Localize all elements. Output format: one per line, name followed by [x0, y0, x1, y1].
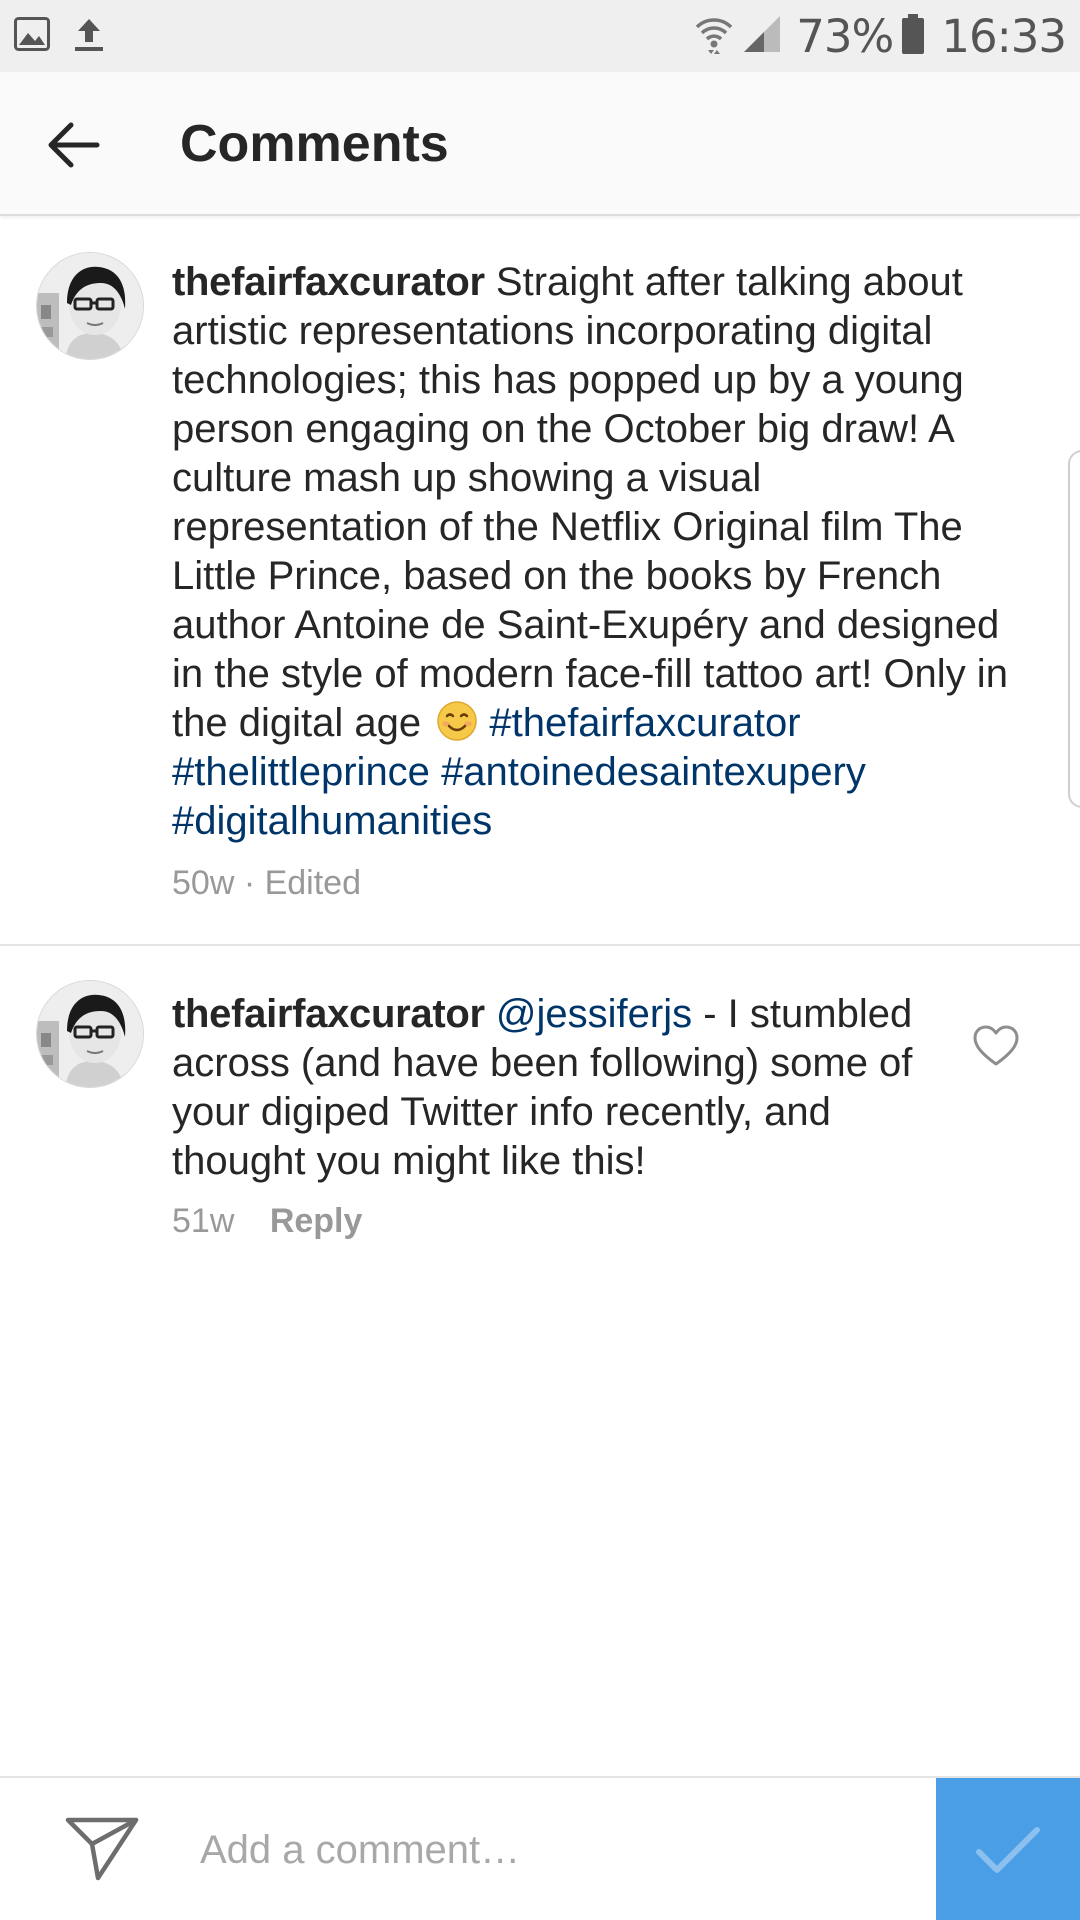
- hashtag-link[interactable]: #thefairfaxcurator: [489, 701, 800, 745]
- paper-plane-icon: [65, 1817, 139, 1881]
- direct-share-button[interactable]: [64, 1814, 140, 1882]
- comment-age: 51w: [172, 1202, 235, 1240]
- post-comment-button[interactable]: [936, 1778, 1080, 1920]
- smiling-face-emoji-icon: [436, 700, 478, 742]
- hashtag-link[interactable]: #digitalhumanities: [172, 799, 492, 843]
- mention-link[interactable]: @jessiferjs: [496, 992, 692, 1036]
- avatar[interactable]: [36, 980, 144, 1088]
- comment-meta: 50w · Edited: [172, 864, 361, 903]
- wifi-icon: [694, 13, 734, 60]
- page-title: Comments: [180, 115, 449, 173]
- comment-age: 50w · Edited: [172, 864, 361, 902]
- comment-username[interactable]: thefairfaxcurator: [172, 260, 485, 304]
- signal-icon: [742, 14, 782, 59]
- battery-percent: 73%: [796, 9, 894, 63]
- hashtag-link[interactable]: #thelittleprince: [172, 750, 430, 794]
- comment-caption: thefairfaxcurator Straight after talking…: [0, 216, 1080, 946]
- like-button[interactable]: [972, 1024, 1020, 1068]
- comment-item: thefairfaxcurator @jessiferjs - I stumbl…: [0, 948, 1080, 1278]
- battery-icon: [901, 13, 925, 60]
- app-header: Comments: [0, 72, 1080, 216]
- comment-input[interactable]: [200, 1808, 920, 1892]
- comment-text: thefairfaxcurator @jessiferjs - I stumbl…: [172, 990, 952, 1186]
- comment-username[interactable]: thefairfaxcurator: [172, 992, 485, 1036]
- avatar-image: [37, 981, 143, 1087]
- avatar-image: [37, 253, 143, 359]
- status-bar: 73% 16:33: [0, 0, 1080, 72]
- back-button[interactable]: [40, 112, 106, 178]
- comment-composer: [0, 1776, 1080, 1920]
- back-arrow-icon: [48, 122, 100, 168]
- status-bar-system: 73% 16:33: [694, 8, 1067, 64]
- comment-meta: 51w Reply: [172, 1202, 362, 1241]
- hashtag-link[interactable]: #antoinedesaintexupery: [441, 750, 866, 794]
- image-icon: [14, 17, 50, 56]
- status-bar-notifications: [14, 16, 106, 57]
- scrollbar[interactable]: [1068, 450, 1080, 808]
- clock: 16:33: [941, 9, 1067, 63]
- comment-body-text: Straight after talking about artistic re…: [172, 260, 1008, 745]
- avatar[interactable]: [36, 252, 144, 360]
- checkmark-icon: [976, 1827, 1040, 1873]
- comment-text: thefairfaxcurator Straight after talking…: [172, 258, 1012, 846]
- reply-button[interactable]: Reply: [270, 1202, 363, 1240]
- upload-icon: [72, 16, 106, 57]
- heart-outline-icon: [973, 1025, 1019, 1066]
